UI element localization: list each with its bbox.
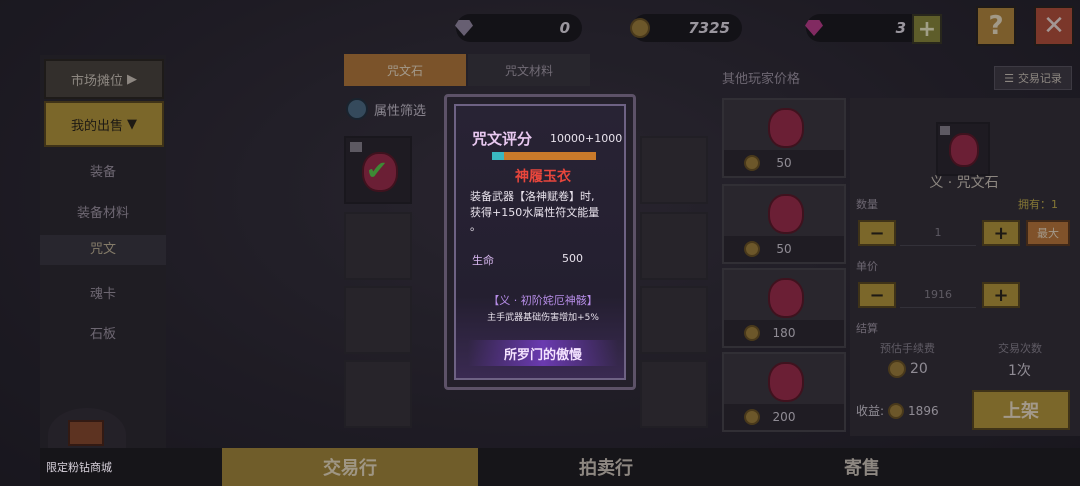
pink-diamond-shop-label[interactable]: 限定粉钻商城 — [46, 459, 112, 475]
item-name: 神履玉衣 — [515, 169, 571, 185]
score-value: 10000+1000 — [550, 132, 623, 145]
footer-title: 所罗门的傲慢 — [503, 348, 582, 363]
stat-name: 生命 — [472, 254, 494, 267]
description-line-1: 装备武器【洛神赋卷】时, — [470, 190, 595, 203]
rune-tooltip-popup: 咒文评分 10000+1000 神履玉衣 装备武器【洛神赋卷】时, 获得+150… — [444, 94, 636, 390]
stat-value: 500 — [562, 252, 583, 265]
set-effect: 主手武器基础伤害增加+5% — [487, 313, 599, 323]
set-name: 【义 · 初阶姹厄神骸】 — [488, 294, 598, 307]
description-line-3: 。 — [470, 220, 481, 233]
score-label: 咒文评分 — [472, 130, 533, 148]
description-line-2: 获得+150水属性符文能量 — [470, 206, 600, 219]
score-bar — [492, 152, 596, 160]
